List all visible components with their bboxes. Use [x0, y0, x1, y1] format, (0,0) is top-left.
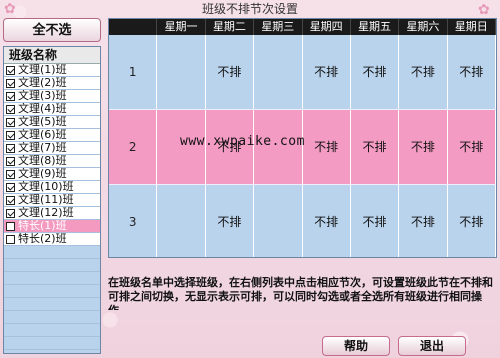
schedule-cell[interactable]: 不排: [399, 185, 448, 257]
period-number: 1: [109, 35, 158, 109]
watermark-text: www.xwpaike.com: [180, 134, 305, 149]
schedule-cell[interactable]: 不排: [448, 110, 496, 184]
window-title: 班级不排节次设置: [201, 2, 298, 16]
schedule-cell[interactable]: 不排: [351, 185, 400, 257]
class-list-item[interactable]: 文理(10)班: [4, 181, 100, 194]
schedule-cell[interactable]: [157, 185, 206, 257]
class-list-empty-row: [4, 337, 100, 350]
schedule-cell[interactable]: 不排: [351, 35, 400, 109]
schedule-cell[interactable]: 不排: [206, 185, 255, 257]
deselect-all-button[interactable]: 全不选: [3, 18, 101, 42]
schedule-cell[interactable]: [254, 185, 303, 257]
schedule-cell[interactable]: 不排: [448, 185, 496, 257]
class-list-empty-row: [4, 246, 100, 259]
schedule-cell[interactable]: 不排: [399, 35, 448, 109]
class-list-item[interactable]: 特长(2)班: [4, 233, 100, 246]
class-list-item[interactable]: 文理(4)班: [4, 103, 100, 116]
class-list-header: 班级名称: [4, 47, 100, 64]
class-checkbox[interactable]: [6, 169, 15, 179]
exit-button[interactable]: 退出: [398, 336, 466, 356]
class-checkbox[interactable]: [6, 130, 15, 140]
class-label: 文理(2)班: [18, 77, 67, 89]
schedule-cell[interactable]: 不排: [303, 185, 351, 257]
class-checkbox[interactable]: [6, 143, 15, 153]
class-checkbox[interactable]: [6, 208, 15, 218]
class-label: 文理(9)班: [18, 168, 67, 180]
class-label: 文理(7)班: [18, 142, 67, 154]
class-label: 文理(11)班: [18, 194, 74, 206]
period-number: 3: [109, 185, 158, 257]
class-checkbox[interactable]: [6, 234, 15, 244]
class-list-item[interactable]: 文理(3)班: [4, 90, 100, 103]
class-checkbox[interactable]: [6, 117, 15, 127]
class-label: 文理(10)班: [18, 181, 74, 193]
class-checkbox[interactable]: [6, 104, 15, 114]
class-checkbox[interactable]: [6, 182, 15, 192]
class-checkbox[interactable]: [6, 65, 15, 75]
schedule-cell[interactable]: 不排: [351, 110, 400, 184]
class-label: 文理(3)班: [18, 90, 67, 102]
class-list-item[interactable]: 文理(8)班: [4, 155, 100, 168]
class-list-item[interactable]: 文理(5)班: [4, 116, 100, 129]
class-label: 文理(6)班: [18, 129, 67, 141]
class-label: 特长(2)班: [18, 233, 67, 245]
class-list-item[interactable]: 文理(1)班: [4, 64, 100, 77]
schedule-cell[interactable]: 不排: [303, 110, 351, 184]
instruction-text: 在班级名单中选择班级，在右侧列表中点击相应节次，可设置班级此节在不排和可排之间切…: [108, 276, 493, 310]
class-checkbox[interactable]: [6, 156, 15, 166]
period-number: 2: [109, 110, 158, 184]
class-label: 文理(1)班: [18, 64, 67, 76]
class-label: 文理(8)班: [18, 155, 67, 167]
class-label: 特长(1)班: [18, 220, 67, 232]
class-checkbox[interactable]: [6, 195, 15, 205]
class-list-item[interactable]: 文理(12)班: [4, 207, 100, 220]
schedule-cell[interactable]: 不排: [448, 35, 496, 109]
day-header: 星期二: [206, 19, 255, 35]
class-checkbox[interactable]: [6, 91, 15, 101]
class-list-item[interactable]: 文理(9)班: [4, 168, 100, 181]
class-list-empty-row: [4, 311, 100, 324]
class-checkbox[interactable]: [6, 78, 15, 88]
schedule-cell[interactable]: 不排: [303, 35, 351, 109]
day-header: 星期一: [157, 19, 206, 35]
day-header: 星期六: [399, 19, 448, 35]
class-list-item[interactable]: 文理(2)班: [4, 77, 100, 90]
help-button[interactable]: 帮助: [322, 336, 390, 356]
day-header: 星期三: [254, 19, 303, 35]
class-list-item[interactable]: 文理(7)班: [4, 142, 100, 155]
grid-header-corner: [109, 19, 158, 35]
class-label: 文理(4)班: [18, 103, 67, 115]
schedule-cell[interactable]: 不排: [206, 35, 255, 109]
schedule-cell[interactable]: [254, 35, 303, 109]
day-header: 星期四: [303, 19, 351, 35]
grid-header: 星期一 星期二 星期三 星期四 星期五 星期六 星期日: [109, 19, 496, 35]
day-header: 星期五: [351, 19, 400, 35]
class-list-empty-row: [4, 259, 100, 272]
class-checkbox[interactable]: [6, 221, 15, 231]
class-list-item[interactable]: 文理(11)班: [4, 194, 100, 207]
class-list-empty-row: [4, 324, 100, 337]
period-row: 3 不排 不排 不排 不排 不排: [109, 185, 496, 257]
class-list-empty-row: [4, 285, 100, 298]
class-list[interactable]: 班级名称 文理(1)班 文理(2)班 文理(3)班 文理(4)班 文理(5)班 文理(6)…: [3, 46, 101, 354]
period-row: 1 不排 不排 不排 不排 不排: [109, 35, 496, 110]
class-list-empty-row: [4, 272, 100, 285]
day-header: 星期日: [448, 19, 496, 35]
class-list-item[interactable]: 文理(6)班: [4, 129, 100, 142]
schedule-cell[interactable]: [157, 35, 206, 109]
class-list-item[interactable]: 特长(1)班: [4, 220, 100, 233]
class-label: 文理(5)班: [18, 116, 67, 128]
schedule-cell[interactable]: 不排: [399, 110, 448, 184]
class-list-empty-row: [4, 298, 100, 311]
class-label: 文理(12)班: [18, 207, 74, 219]
